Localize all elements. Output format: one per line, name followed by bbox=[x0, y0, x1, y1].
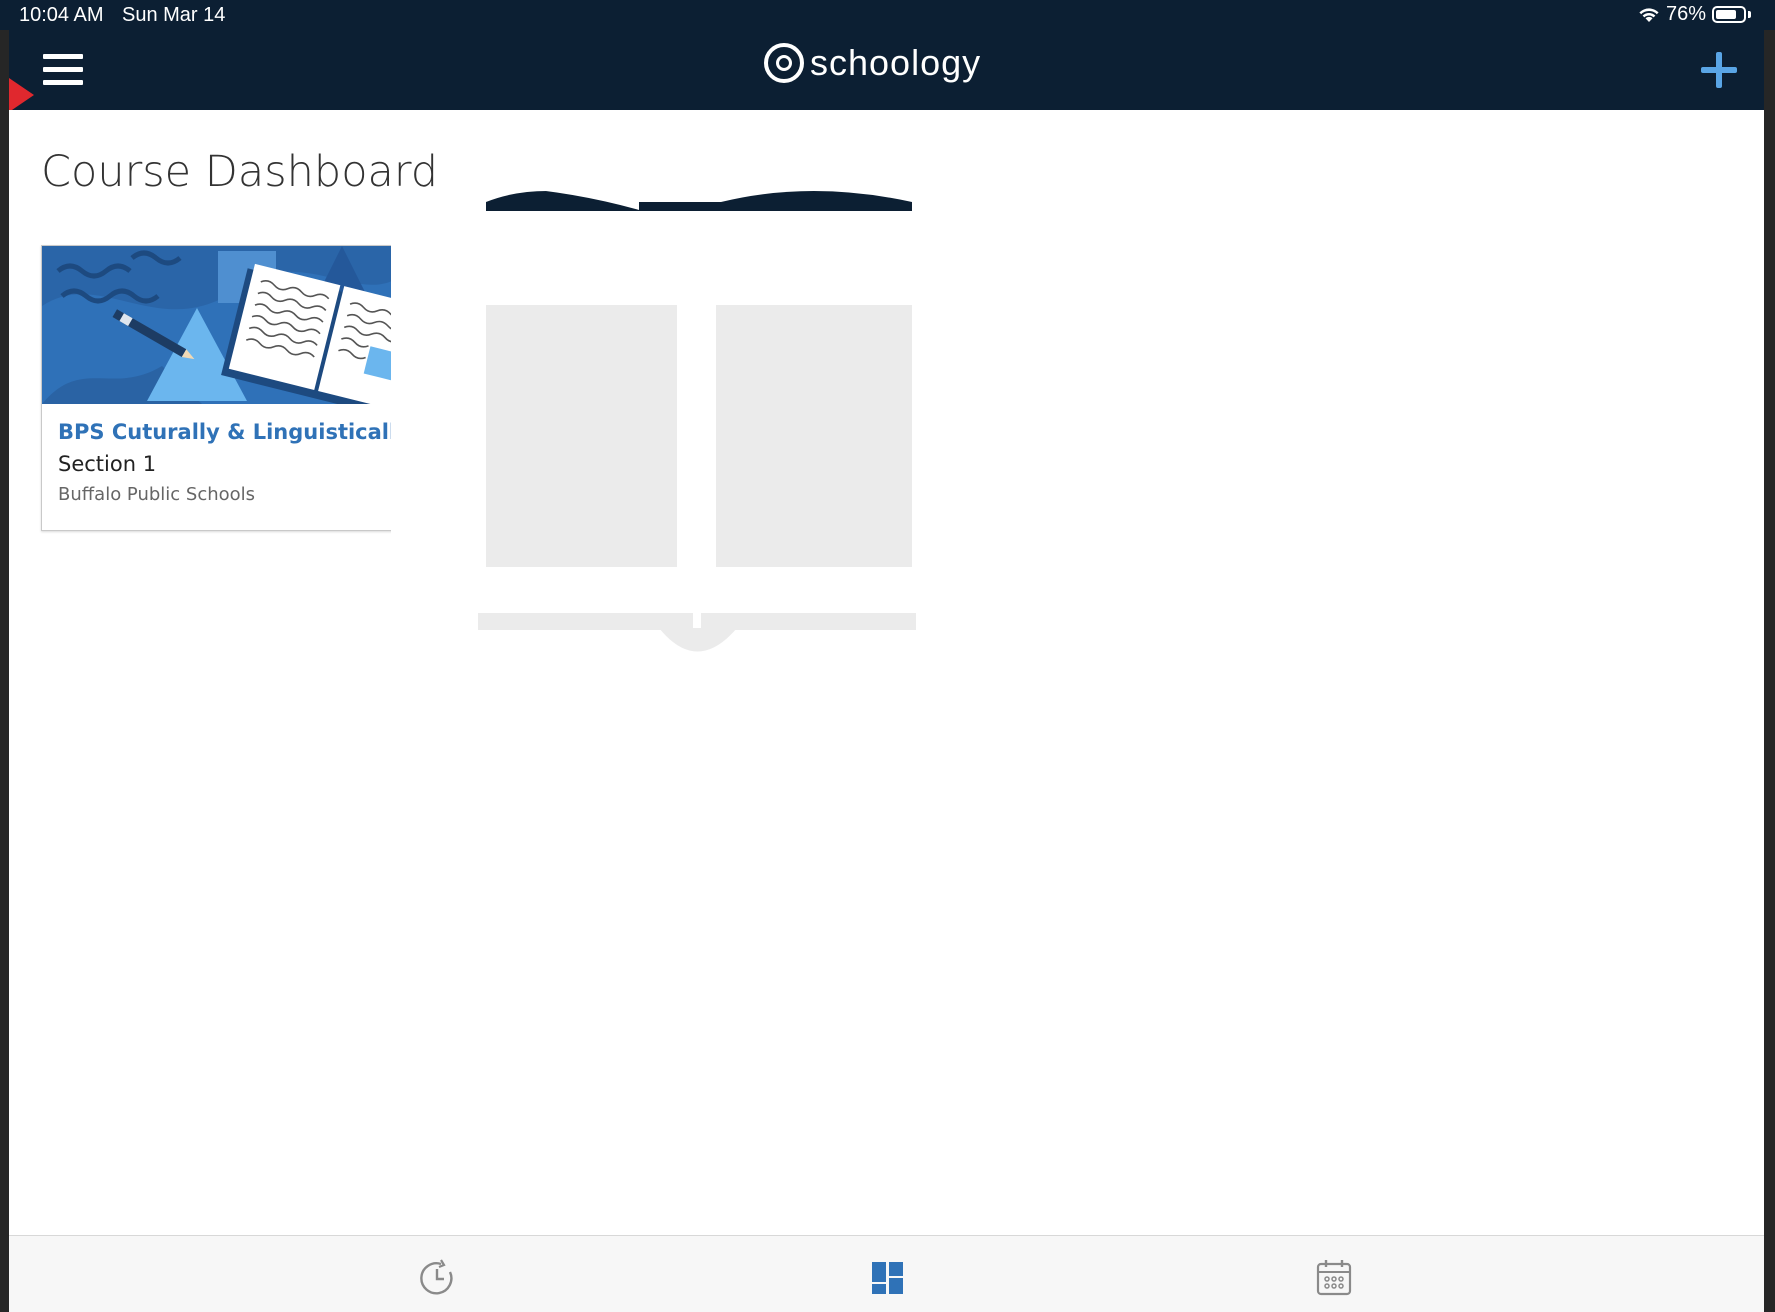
course-title[interactable]: BPS Cuturally & Linguistically Responsiv… bbox=[58, 420, 398, 444]
calendar-icon[interactable] bbox=[1314, 1258, 1354, 1298]
logo-text: schoology bbox=[810, 42, 982, 83]
bottom-tab-bar bbox=[9, 1235, 1764, 1312]
clock-icon[interactable] bbox=[417, 1258, 457, 1298]
plus-icon[interactable] bbox=[1699, 50, 1739, 90]
sidebar-indicator bbox=[9, 78, 34, 112]
battery-icon bbox=[1712, 6, 1746, 23]
schoology-logo: schoology bbox=[764, 42, 981, 84]
wifi-icon bbox=[1639, 8, 1659, 22]
course-school: Buffalo Public Schools bbox=[58, 484, 256, 505]
battery-tip bbox=[1748, 11, 1751, 18]
hamburger-menu-icon[interactable] bbox=[43, 54, 83, 86]
open-book-icon bbox=[391, 170, 1003, 652]
course-illustration-icon bbox=[42, 246, 400, 404]
status-time: 10:04 AM bbox=[19, 4, 104, 26]
dashboard-grid-icon[interactable] bbox=[868, 1258, 908, 1298]
device-bezel-right bbox=[1764, 0, 1775, 1312]
schoology-logo-mark-icon bbox=[764, 43, 804, 83]
app-header: schoology bbox=[9, 30, 1764, 112]
status-bar: 10:04 AM Sun Mar 14 76% bbox=[0, 0, 1775, 30]
course-card[interactable]: BPS Cuturally & Linguistically Responsiv… bbox=[41, 245, 401, 531]
battery-percentage: 76% bbox=[1665, 3, 1706, 25]
main-content: Course Dashboard BPS Cuturally & Linguis… bbox=[9, 110, 1764, 1235]
status-indicators: 76% bbox=[1638, 3, 1751, 26]
status-date: Sun Mar 14 bbox=[122, 4, 226, 26]
device-bezel-left bbox=[0, 0, 9, 1312]
course-card-image bbox=[42, 246, 400, 404]
page-title: Course Dashboard bbox=[41, 147, 439, 197]
course-section: Section 1 bbox=[58, 452, 157, 476]
battery-level-fill bbox=[1716, 10, 1736, 19]
